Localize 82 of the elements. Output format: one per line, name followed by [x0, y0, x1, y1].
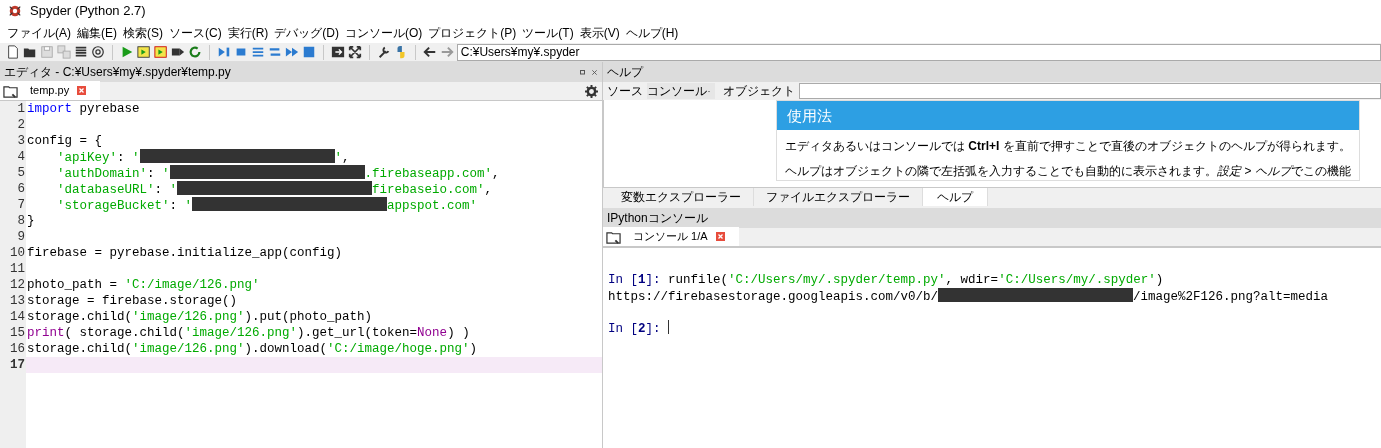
object-field[interactable]: [799, 83, 1381, 99]
code-line: storage.child('image/126.png').download('C:/image/hoge.png'): [26, 341, 479, 357]
folder-icon[interactable]: [3, 84, 18, 99]
source-label: ソース: [607, 83, 643, 100]
step-return-icon[interactable]: [267, 45, 282, 59]
code-line: config = {: [26, 133, 103, 149]
line-number: 15: [9, 325, 25, 341]
line-number: 3: [16, 133, 25, 149]
rerun-icon[interactable]: [187, 45, 202, 59]
menu-item[interactable]: ツール(T): [519, 23, 577, 42]
window-title: Spyder (Python 2.7): [30, 2, 146, 21]
fullscreen-icon[interactable]: [347, 45, 362, 59]
line-number: 4: [16, 149, 25, 165]
menu-item[interactable]: 実行(R): [224, 23, 272, 42]
close-icon[interactable]: [591, 68, 598, 76]
code-line: print( storage.child('image/126.png').get_url(token=None) ): [26, 325, 471, 341]
code-line: import pyrebase: [26, 101, 141, 117]
pane-title: エディタ - C:¥Users¥my¥.spyder¥temp.py: [4, 64, 231, 81]
line-number: 9: [16, 229, 25, 245]
menu-item[interactable]: 表示(V): [576, 23, 623, 42]
path-field[interactable]: C:¥Users¥my¥.spyder: [456, 43, 1381, 61]
code-line: photo_path = 'C:/image/126.png': [26, 277, 261, 293]
console-line: In [2]:: [607, 320, 1381, 336]
line-number: 7: [16, 197, 25, 213]
code-line: 'apiKey': ' ',: [56, 149, 351, 165]
help-text: ヘルプはオブジェクトの隣で左括弧を入力することでも自動的に表示されます。設定 > ヘルプでこの機能: [785, 163, 1351, 180]
folder-icon[interactable]: [606, 230, 621, 245]
line-number: 10: [9, 245, 25, 261]
pane-title: IPythonコンソール: [603, 208, 1381, 228]
pane-tab[interactable]: ヘルプ: [923, 188, 988, 206]
line-number: 1: [16, 101, 25, 117]
step-into-icon[interactable]: [250, 45, 265, 59]
line-number: 16: [9, 341, 25, 357]
menu-item[interactable]: 検索(S): [120, 23, 166, 42]
help-text: エディタあるいはコンソールでは Ctrl+I を直前で押すことで直後のオブジェクトのヘルプが得られます。: [785, 138, 1351, 155]
bug-icon: [8, 4, 22, 18]
list-icon[interactable]: [74, 45, 88, 59]
menu-item[interactable]: 編集(E): [74, 23, 120, 42]
back-arrow-icon[interactable]: [422, 45, 437, 59]
undock-icon[interactable]: [579, 68, 587, 76]
line-number: 17: [9, 357, 25, 373]
menu-item[interactable]: ソース(C): [166, 23, 225, 42]
gear-icon[interactable]: [585, 85, 598, 98]
code-line: firebase = pyrebase.initialize_app(config): [26, 245, 344, 261]
source-dropdown[interactable]: コンソール: [647, 83, 715, 99]
code-line: 'storageBucket': ' appspot.com': [56, 197, 479, 213]
window-icon[interactable]: [330, 45, 345, 59]
line-number: 5: [16, 165, 25, 181]
card-title: 使用法: [777, 101, 1359, 130]
menu-item[interactable]: プロジェクト(P): [425, 23, 520, 42]
line-number: 6: [16, 181, 25, 197]
code-line: }: [26, 213, 36, 229]
debug-icon[interactable]: [216, 45, 231, 59]
line-number: 2: [16, 117, 25, 133]
object-label: オブジェクト: [723, 83, 795, 100]
console-line: https://firebasestorage.googleapis.com/v0/b/ /image%2F126.png?alt=media: [607, 288, 1330, 304]
code-line: storage.child('image/126.png').put(photo_path): [26, 309, 374, 325]
wrench-icon[interactable]: [376, 45, 391, 59]
line-number: 12: [9, 277, 25, 293]
code-line: 'authDomain': ' .firebaseapp.com',: [56, 165, 501, 181]
menu-item[interactable]: デバッグ(D): [271, 23, 342, 42]
console-line: In [1]: runfile('C:/Users/my/.spyder/temp.py', wdir='C:/Users/my/.spyder'): [607, 272, 1165, 288]
editor-tab[interactable]: temp.py: [0, 81, 101, 100]
new-file-icon[interactable]: [6, 45, 20, 59]
line-number: 14: [9, 309, 25, 325]
pane-title: ヘルプ: [603, 62, 1381, 82]
menu-item[interactable]: ファイル(A): [4, 23, 74, 42]
line-number: 8: [16, 213, 25, 229]
close-icon[interactable]: [77, 86, 87, 95]
line-number: 11: [9, 261, 25, 277]
stop-icon[interactable]: [301, 45, 316, 59]
run-cell-icon[interactable]: [136, 45, 151, 59]
line-number: 13: [9, 293, 25, 309]
close-icon[interactable]: [715, 232, 725, 241]
text-cursor: [668, 320, 670, 334]
menu-item[interactable]: ヘルプ(H): [622, 23, 682, 42]
code-line: storage = firebase.storage(): [26, 293, 239, 309]
code-line: 'databaseURL': ' firebaseio.com',: [56, 181, 494, 197]
menu-item[interactable]: コンソール(O): [342, 23, 426, 42]
console-tab[interactable]: コンソール 1/A: [603, 227, 739, 246]
run-cell-advance-icon[interactable]: [153, 45, 168, 59]
continue-icon[interactable]: [284, 45, 299, 59]
